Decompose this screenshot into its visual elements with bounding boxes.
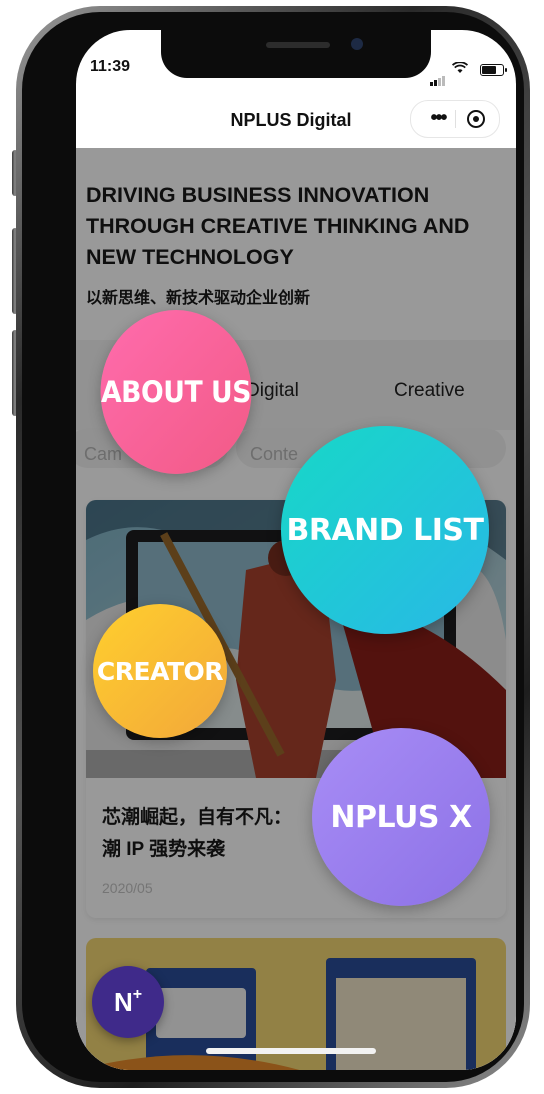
speaker [266,42,330,48]
nplus-menu-button[interactable]: N + [92,966,164,1038]
creator-label: CREATOR [96,656,224,686]
about-us-bubble[interactable]: ABOUT US [100,310,252,474]
nav-bar: NPLUS Digital ••• [76,92,516,148]
about-us-label: ABOUT US [100,375,252,409]
fab-plus: + [132,986,143,1003]
capsule-divider [455,110,456,128]
nplus-x-label: NPLUS X [330,799,472,835]
signal-icon [430,68,446,86]
status-bar: 11:39 [76,30,516,92]
capsule-menu: ••• [410,100,500,138]
notch [161,30,431,78]
brand-list-bubble[interactable]: BRAND LIST [281,426,489,634]
home-indicator[interactable] [206,1048,376,1054]
brand-list-label: BRAND LIST [286,512,485,548]
status-time: 11:39 [90,58,131,75]
nplus-x-bubble[interactable]: NPLUS X [312,728,490,906]
phone-screen: 11:39 NPLUS Digital ••• DRIVING BUSINESS… [76,30,516,1070]
fab-letter: N [113,986,133,1017]
close-miniprogram-icon[interactable] [467,110,485,128]
front-camera [351,38,363,50]
creator-bubble[interactable]: CREATOR [93,604,227,738]
wifi-icon [452,62,468,73]
battery-icon [480,64,507,76]
more-button[interactable]: ••• [421,101,455,137]
